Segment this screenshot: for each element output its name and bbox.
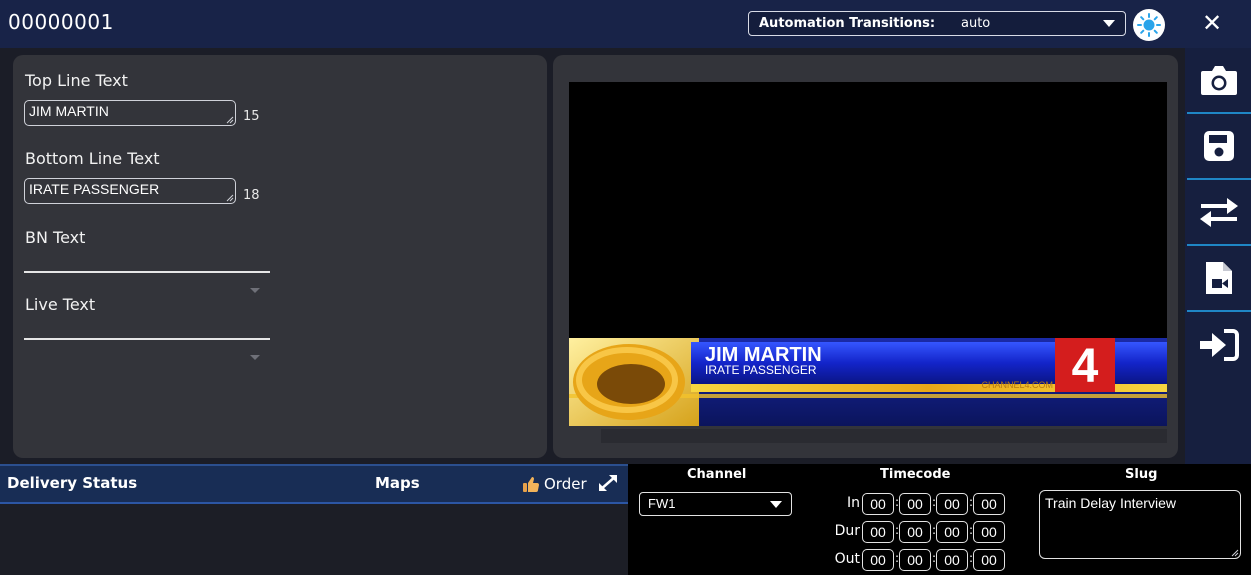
delivery-status-list — [0, 504, 628, 575]
timecode-in-label: In — [846, 495, 860, 511]
timecode-out-seconds[interactable]: 00 — [936, 549, 968, 571]
camera-icon — [1201, 66, 1237, 95]
delivery-status-label: Delivery Status — [7, 474, 138, 492]
automation-transitions-value: auto — [961, 16, 991, 31]
top-line-value: JIM MARTIN — [29, 103, 109, 119]
resize-grip-icon[interactable] — [226, 194, 234, 202]
chevron-down-icon — [1103, 20, 1115, 27]
chevron-down-icon[interactable] — [250, 355, 260, 360]
live-text-label: Live Text — [25, 295, 96, 314]
timecode-dur-frames[interactable]: 00 — [973, 521, 1005, 543]
channel-number: 4 — [1072, 340, 1099, 393]
metadata-panel: Channel Timecode Slug FW1 In 00 : 00 : 0… — [628, 464, 1251, 575]
snapshot-button[interactable] — [1187, 48, 1251, 114]
automation-transitions-select[interactable]: Automation Transitions: auto — [748, 11, 1126, 36]
bottom-line-input[interactable]: IRATE PASSENGER — [24, 178, 236, 204]
transfer-icon — [1200, 198, 1238, 227]
channel-value: FW1 — [648, 496, 676, 511]
lower-third-graphic: 4 JIM MARTIN IRATE PASSENGER CHANNEL4.CO… — [569, 338, 1167, 426]
automation-transitions-label: Automation Transitions: — [759, 16, 936, 31]
timecode-in-hours[interactable]: 00 — [862, 493, 894, 515]
timecode-dur-hours[interactable]: 00 — [862, 521, 894, 543]
right-toolbar — [1185, 48, 1251, 468]
sign-in-icon — [1200, 329, 1239, 361]
order-button[interactable]: Order — [522, 474, 587, 494]
sign-in-button[interactable] — [1187, 312, 1251, 378]
window-title: 00000001 — [8, 10, 114, 34]
timecode-dur-label: Dur — [834, 523, 860, 539]
timecode-in-frames[interactable]: 00 — [973, 493, 1005, 515]
chevron-down-icon[interactable] — [250, 288, 260, 293]
expand-icon — [599, 475, 617, 491]
lower-third-website: CHANNEL4.COM — [981, 380, 1053, 390]
sun-icon — [1137, 13, 1161, 37]
channel-select[interactable]: FW1 — [639, 492, 792, 516]
timecode-out-hours[interactable]: 00 — [862, 549, 894, 571]
bottom-line-char-count: 18 — [243, 188, 260, 203]
timecode-out-label: Out — [834, 551, 860, 567]
bottom-line-label: Bottom Line Text — [25, 149, 160, 168]
lower-third-title: IRATE PASSENGER — [705, 363, 817, 377]
close-button[interactable]: ✕ — [1200, 10, 1224, 36]
timecode-dur-minutes[interactable]: 00 — [899, 521, 931, 543]
timecode-in-minutes[interactable]: 00 — [899, 493, 931, 515]
order-label: Order — [544, 475, 587, 493]
delivery-status-header: Delivery Status Maps Order — [0, 464, 628, 504]
transfer-button[interactable] — [1187, 180, 1251, 246]
graphic-fields-panel: Top Line Text JIM MARTIN 15 Bottom Line … — [13, 55, 547, 458]
live-text-input[interactable] — [24, 338, 270, 340]
slug-header: Slug — [1125, 467, 1158, 482]
close-icon: ✕ — [1201, 9, 1223, 37]
save-icon — [1204, 131, 1234, 161]
save-button[interactable] — [1187, 114, 1251, 180]
title-bar: 00000001 Automation Transitions: auto ✕ — [0, 0, 1251, 48]
thumbs-up-icon — [523, 477, 539, 492]
resize-grip-icon[interactable] — [226, 116, 234, 124]
maps-label: Maps — [375, 474, 420, 492]
theme-toggle-button[interactable] — [1133, 9, 1165, 41]
top-line-input[interactable]: JIM MARTIN — [24, 100, 236, 126]
preview-panel: 4 JIM MARTIN IRATE PASSENGER CHANNEL4.CO… — [553, 55, 1178, 458]
preview-scrollbar[interactable] — [601, 429, 1167, 443]
timecode-header: Timecode — [880, 467, 951, 482]
bn-text-label: BN Text — [25, 228, 86, 247]
export-file-icon — [1206, 262, 1232, 294]
video-preview: 4 JIM MARTIN IRATE PASSENGER CHANNEL4.CO… — [569, 82, 1167, 426]
bottom-line-value: IRATE PASSENGER — [29, 181, 160, 197]
resize-grip-icon[interactable] — [1231, 549, 1239, 557]
slug-value: Train Delay Interview — [1045, 495, 1176, 511]
channel-header: Channel — [687, 467, 747, 482]
chevron-down-icon — [770, 501, 782, 508]
bn-text-input[interactable] — [24, 271, 270, 273]
timecode-in-seconds[interactable]: 00 — [936, 493, 968, 515]
expand-button[interactable] — [596, 472, 620, 494]
timecode-out-frames[interactable]: 00 — [973, 549, 1005, 571]
top-line-char-count: 15 — [243, 109, 260, 124]
export-file-button[interactable] — [1187, 246, 1251, 312]
slug-input[interactable]: Train Delay Interview — [1039, 490, 1241, 559]
top-line-label: Top Line Text — [25, 71, 128, 90]
timecode-out-minutes[interactable]: 00 — [899, 549, 931, 571]
timecode-dur-seconds[interactable]: 00 — [936, 521, 968, 543]
